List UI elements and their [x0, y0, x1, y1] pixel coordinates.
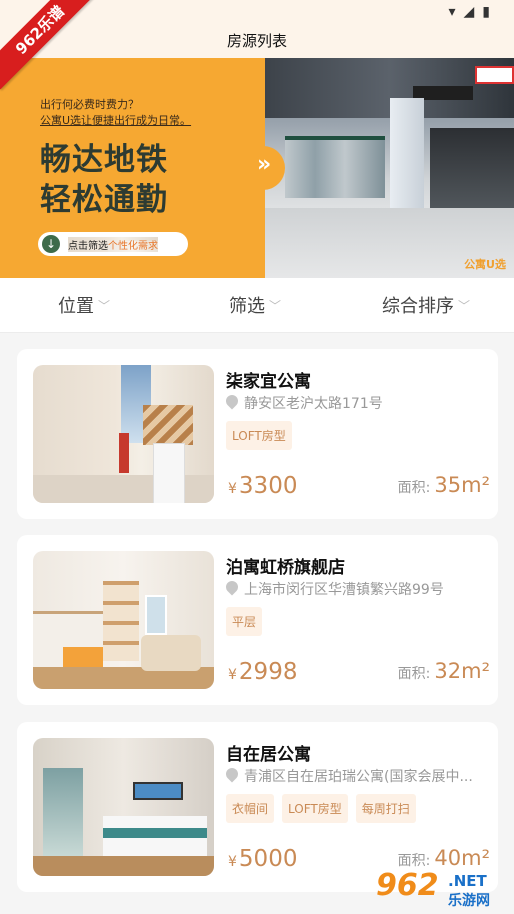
download-arrow-icon: ↓	[42, 235, 60, 253]
area-label: 面积:	[397, 853, 431, 869]
subway-photo: 公寓U选	[265, 58, 514, 278]
currency-symbol: ¥	[228, 481, 237, 497]
listing-tag: 衣帽间	[226, 794, 275, 823]
price-value: 3300	[238, 473, 298, 499]
listing-name: 柒家宜公寓	[226, 372, 311, 392]
filter-location-label: 位置	[58, 296, 94, 317]
filter-location[interactable]: 位置 ﹀	[58, 292, 110, 318]
filter-filter-label: 筛选	[229, 296, 265, 317]
photo-wall-art	[133, 782, 183, 800]
watermark-number: 962	[376, 868, 439, 903]
listing-tag: 平层	[226, 607, 263, 636]
area-value: 40m²	[434, 846, 490, 870]
banner-pill-text-a: 点击筛选	[68, 241, 108, 252]
banner-subtitle-1: 出行何必费时费力？	[40, 98, 139, 111]
listing-photo	[33, 365, 214, 503]
photo-red-detail	[119, 433, 129, 473]
filter-bar: 位置 ﹀ 筛选 ﹀ 综合排序 ﹀	[0, 278, 514, 333]
listing-tag: LOFT房型	[226, 421, 292, 450]
filter-sort[interactable]: 综合排序 ﹀	[382, 292, 470, 318]
listing-card[interactable]: 自在居公寓 青浦区自在居珀瑞公寓(国家会展中... 衣帽间 LOFT房型 每周打…	[17, 722, 498, 892]
photo-window	[43, 768, 83, 858]
listing-price: ¥3300	[228, 473, 297, 499]
photo-window	[145, 595, 167, 635]
photo-stairs	[143, 405, 193, 445]
location-pin-icon	[226, 766, 241, 783]
currency-symbol: ¥	[228, 854, 237, 870]
filter-sort-label: 综合排序	[382, 296, 454, 317]
chevron-down-icon: ﹀	[269, 299, 282, 313]
watermark-line-1: .NET	[448, 872, 487, 890]
promo-banner[interactable]: 出行何必费时费力？ 公寓U选让便捷出行成为日常。 畅达地铁 轻松通勤 ↓ 点击筛…	[0, 58, 514, 278]
listing-address-text: 上海市闵行区华漕镇繁兴路99号	[244, 582, 444, 598]
location-pin-icon	[226, 579, 241, 596]
listing-tags: 平层	[226, 607, 263, 636]
chevron-down-icon: ﹀	[458, 299, 471, 313]
photo-rug	[63, 647, 103, 667]
page-title: 房源列表	[226, 32, 287, 50]
listing-address-text: 青浦区自在居珀瑞公寓(国家会展中...	[244, 769, 473, 785]
photo-fridge	[153, 443, 185, 503]
listing-address: 静安区老沪太路171号	[226, 393, 486, 413]
wifi-icon: ▾	[448, 4, 456, 20]
photo-floor	[33, 475, 214, 503]
listing-area: 面积: 35m²	[398, 473, 490, 497]
area-value: 35m²	[434, 473, 490, 497]
photo-sign-2	[475, 66, 514, 84]
photo-escalator	[430, 128, 514, 218]
listing-name: 泊寓虹桥旗舰店	[226, 558, 345, 578]
listing-photo	[33, 738, 214, 876]
banner-filter-button[interactable]: ↓ 点击筛选个性化需求	[38, 232, 188, 256]
battery-icon: ▮	[482, 4, 490, 20]
site-watermark: 962 .NET 乐游网	[376, 868, 508, 912]
banner-logo: 公寓U选	[464, 258, 506, 271]
area-value: 32m²	[434, 659, 490, 683]
photo-shelf	[103, 581, 139, 661]
listing-tag: LOFT房型	[282, 794, 348, 823]
signal-icon: ◢	[463, 4, 475, 20]
listing-price: ¥2998	[228, 659, 297, 685]
photo-platform-doors	[285, 136, 385, 198]
banner-headline-2: 轻松通勤	[40, 182, 168, 218]
listing-photo	[33, 551, 214, 689]
price-value: 5000	[238, 846, 298, 872]
listing-card[interactable]: 泊寓虹桥旗舰店 上海市闵行区华漕镇繁兴路99号 平层 ¥2998 面积: 32m²	[17, 535, 498, 705]
filter-filter[interactable]: 筛选 ﹀	[229, 292, 281, 318]
watermark-line-2: 乐游网	[448, 893, 490, 909]
banner-pill-text: 点击筛选个性化需求	[68, 237, 158, 252]
listing-card[interactable]: 柒家宜公寓 静安区老沪太路171号 LOFT房型 ¥3300 面积: 35m²	[17, 349, 498, 519]
listing-tag: 每周打扫	[355, 794, 416, 823]
price-value: 2998	[238, 659, 298, 685]
listing-address: 青浦区自在居珀瑞公寓(国家会展中...	[226, 766, 486, 786]
currency-symbol: ¥	[228, 667, 237, 683]
listing-tags: LOFT房型	[226, 421, 292, 450]
listing-area: 面积: 32m²	[398, 659, 490, 683]
chevron-down-icon: ﹀	[98, 299, 111, 313]
area-label: 面积:	[397, 666, 431, 682]
listing-tags: 衣帽间 LOFT房型 每周打扫	[226, 794, 416, 823]
banner-headline-1: 畅达地铁	[40, 142, 168, 178]
status-icons: ▾ ◢ ▮	[448, 4, 490, 20]
listing-price: ¥5000	[228, 846, 297, 872]
photo-floor	[33, 856, 214, 876]
area-label: 面积:	[397, 480, 431, 496]
photo-bed-runner	[103, 828, 207, 838]
listing-address-text: 静安区老沪太路171号	[244, 396, 383, 412]
listing-name: 自在居公寓	[226, 745, 311, 765]
photo-sofa	[141, 635, 201, 671]
banner-subtitle-2: 公寓U选让便捷出行成为日常。	[40, 114, 192, 127]
listing-address: 上海市闵行区华漕镇繁兴路99号	[226, 579, 486, 599]
banner-pill-text-b: 个性化需求	[108, 241, 158, 252]
listing-area: 面积: 40m²	[398, 846, 490, 870]
location-pin-icon	[226, 393, 241, 410]
banner-text-panel: 出行何必费时费力？ 公寓U选让便捷出行成为日常。 畅达地铁 轻松通勤 ↓ 点击筛…	[0, 58, 265, 278]
